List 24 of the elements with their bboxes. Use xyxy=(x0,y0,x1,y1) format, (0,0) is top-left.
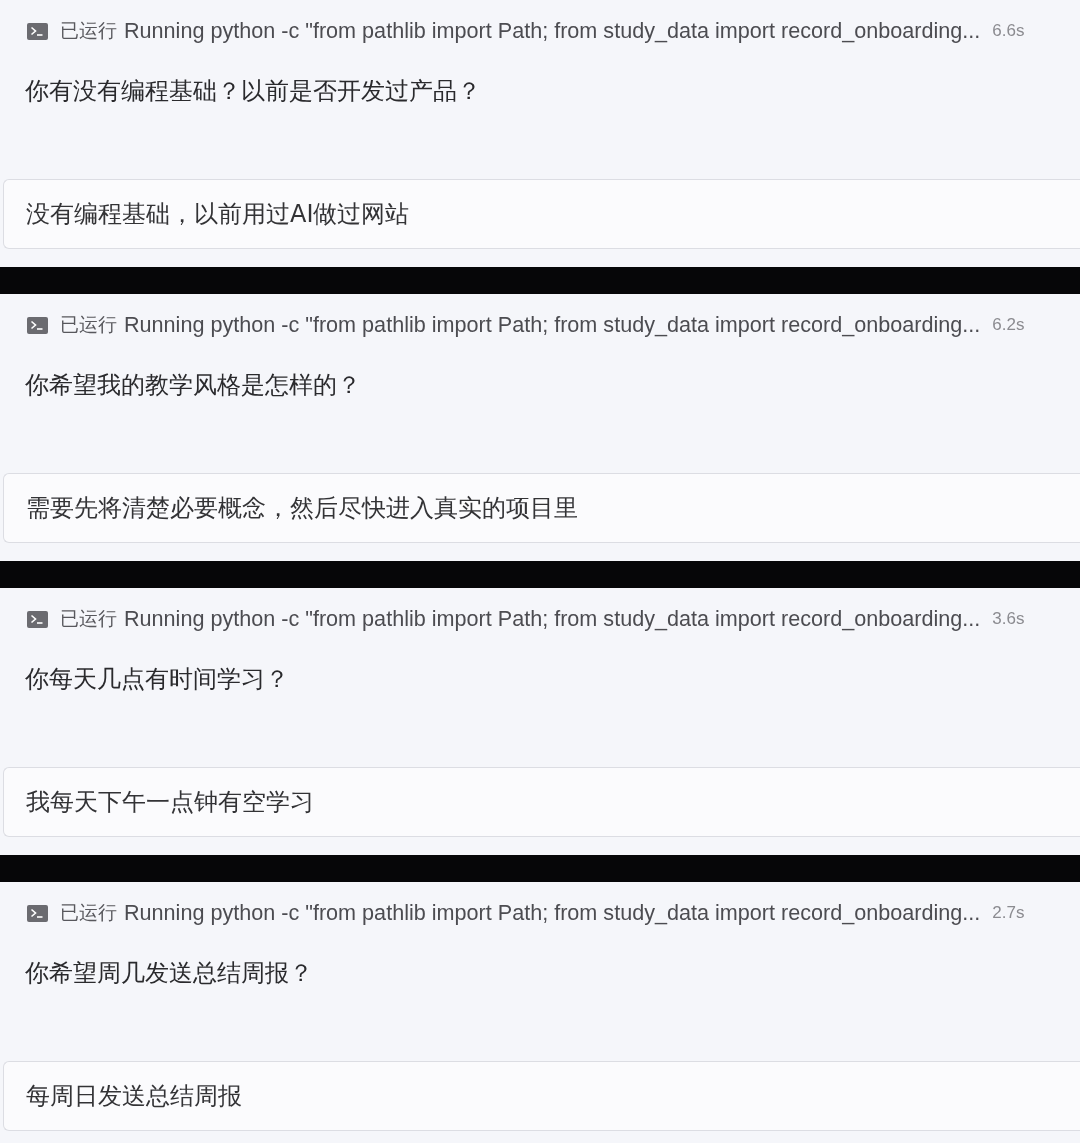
answer-card: 需要先将清楚必要概念，然后尽快进入真实的项目里 xyxy=(3,473,1080,543)
question-text: 你希望周几发送总结周报？ xyxy=(24,958,313,989)
command-text: Running python -c "from pathlib import Path; from study_data import record_onboarding... xyxy=(124,312,981,338)
run-status-label: 已运行 xyxy=(60,900,117,925)
duration-label: 2.7s xyxy=(992,903,1025,923)
run-status-label: 已运行 xyxy=(60,312,117,337)
duration-label: 6.2s xyxy=(992,315,1025,335)
command-text: Running python -c "from pathlib import Path; from study_data import record_onboarding... xyxy=(124,606,981,632)
duration-label: 6.6s xyxy=(992,21,1025,41)
terminal-icon xyxy=(27,610,48,628)
answer-card: 没有编程基础，以前用过AI做过网站 xyxy=(3,179,1080,249)
command-text: Running python -c "from pathlib import Path; from study_data import record_onboarding... xyxy=(124,900,981,926)
terminal-icon xyxy=(27,904,48,922)
run-status-label: 已运行 xyxy=(60,606,117,631)
terminal-icon xyxy=(27,22,48,40)
terminal-icon xyxy=(27,316,48,334)
answer-card: 我每天下午一点钟有空学习 xyxy=(3,767,1080,837)
run-status-label: 已运行 xyxy=(60,18,117,43)
question-text: 你每天几点有时间学习？ xyxy=(24,664,289,695)
question-text: 你希望我的教学风格是怎样的？ xyxy=(24,370,361,401)
question-text: 你有没有编程基础？以前是否开发过产品？ xyxy=(24,76,481,107)
answer-card: 每周日发送总结周报 xyxy=(3,1061,1080,1131)
duration-label: 3.6s xyxy=(992,609,1025,629)
command-text: Running python -c "from pathlib import Path; from study_data import record_onboarding... xyxy=(124,18,981,44)
